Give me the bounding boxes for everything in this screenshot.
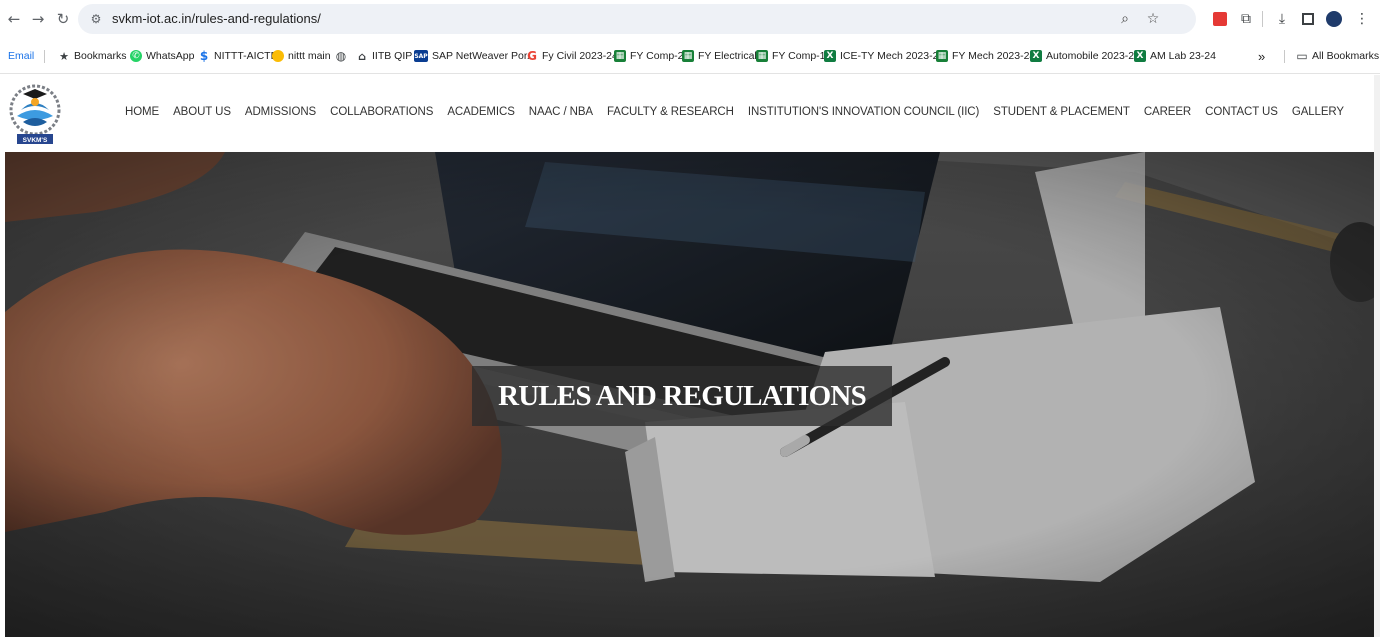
bookmark-label: IITB QIP [372, 50, 413, 62]
star-icon[interactable]: ☆ [1144, 10, 1162, 28]
bookmark-fy-electrical[interactable]: ▦ FY Electrical [682, 48, 757, 64]
bookmark-label: Bookmarks [74, 50, 127, 62]
bookmark-label: ICE-TY Mech 2023-24 [840, 50, 945, 62]
site-header: SVKM'S HOME ABOUT US ADMISSIONS COLLABOR… [5, 75, 1374, 152]
star-icon: ★ [59, 49, 69, 63]
bookmark-label: Email [8, 50, 35, 62]
page-title: RULES AND REGULATIONS [498, 379, 867, 412]
bookmark-divider [44, 50, 45, 63]
bookmarks-overflow-button[interactable]: » [1258, 48, 1265, 64]
nav-collaborations[interactable]: COLLABORATIONS [330, 106, 433, 118]
building-icon: ⌂ [358, 49, 366, 63]
bookmark-whatsapp[interactable]: ✆ WhatsApp [130, 48, 194, 64]
bookmark-fy-mech[interactable]: ▦ FY Mech 2023-24 [936, 48, 1035, 64]
nav-home[interactable]: HOME [125, 106, 159, 118]
bookmark-divider [1284, 50, 1285, 63]
download-icon[interactable]: ⤓ [1272, 9, 1292, 29]
puzzle-icon[interactable]: ⧉ [1236, 9, 1256, 29]
nav-naac-nba[interactable]: NAAC / NBA [529, 106, 593, 118]
site-info-icon[interactable]: ⚙ [88, 11, 104, 27]
bookmarks-bar: Email ★ Bookmarks ✆ WhatsApp $ NITTT-AIC… [0, 38, 1380, 74]
bookmark-nittt-main[interactable]: nittt main [272, 48, 331, 64]
menu-dots-icon[interactable]: ⋮ [1352, 9, 1372, 29]
nav-admissions[interactable]: ADMISSIONS [245, 106, 316, 118]
sheets-icon: ▦ [756, 50, 768, 62]
address-bar[interactable]: ⚙ svkm-iot.ac.in/rules-and-regulations/ … [78, 4, 1196, 34]
page-scroll-edge [1374, 75, 1380, 637]
profile-icon[interactable] [1324, 9, 1344, 29]
sheets-icon: ▦ [614, 50, 626, 62]
sap-icon: SAP [414, 50, 428, 62]
excel-icon: X [1030, 50, 1042, 62]
bookmark-nittt-aicte[interactable]: $ NITTT-AICTE [198, 48, 278, 64]
url-text[interactable]: svkm-iot.ac.in/rules-and-regulations/ [112, 11, 321, 26]
toolbar-divider [1262, 11, 1263, 27]
main-nav: HOME ABOUT US ADMISSIONS COLLABORATIONS … [125, 106, 1344, 118]
nav-iic[interactable]: INSTITUTION'S INNOVATION COUNCIL (IIC) [748, 106, 979, 118]
dollar-icon: $ [199, 49, 209, 63]
bookmark-label: WhatsApp [146, 50, 195, 62]
bookmark-label: AM Lab 23-24 [1150, 50, 1216, 62]
nav-faculty-research[interactable]: FACULTY & RESEARCH [607, 106, 734, 118]
whatsapp-icon: ✆ [130, 50, 142, 62]
hero-banner: RULES AND REGULATIONS [5, 152, 1374, 637]
bookmark-fy-comp-1[interactable]: ▦ FY Comp-1 [756, 48, 826, 64]
nav-student-placement[interactable]: STUDENT & PLACEMENT [993, 106, 1130, 118]
chevron-double-right-icon: » [1258, 48, 1266, 64]
hero-title-box: RULES AND REGULATIONS [472, 366, 892, 426]
bookmark-label: FY Comp-1 [772, 50, 826, 62]
bookmark-label: Automobile 2023-24 [1046, 50, 1140, 62]
globe-icon: ◍ [335, 49, 347, 63]
bookmark-label: Fy Civil 2023-24 [542, 50, 618, 62]
bookmark-fy-comp-2[interactable]: ▦ FY Comp-2 [614, 48, 684, 64]
bookmark-label: SAP NetWeaver Por... [432, 50, 536, 62]
zoom-icon[interactable]: ⌕ [1116, 10, 1134, 28]
sheets-icon: ▦ [682, 50, 694, 62]
bookmark-fy-civil[interactable]: G Fy Civil 2023-24 [526, 48, 618, 64]
excel-icon: X [1134, 50, 1146, 62]
nav-gallery[interactable]: GALLERY [1292, 106, 1344, 118]
reload-icon[interactable]: ↻ [53, 8, 73, 30]
bookmark-label: All Bookmarks [1312, 50, 1380, 62]
nav-academics[interactable]: ACADEMICS [447, 106, 515, 118]
sheets-icon: ▦ [936, 50, 948, 62]
bookmark-iitb-qip[interactable]: ⌂ IITB QIP [356, 48, 412, 64]
bookmark-label: nittt main [288, 50, 331, 62]
logo-text: SVKM'S [23, 137, 48, 144]
extension-red-icon[interactable] [1210, 9, 1230, 29]
nav-career[interactable]: CAREER [1144, 106, 1191, 118]
bookmark-globe[interactable]: ◍ [335, 48, 347, 64]
bookmark-label: FY Electrical [698, 50, 757, 62]
browser-toolbar: ← → ↻ ⚙ svkm-iot.ac.in/rules-and-regulat… [0, 0, 1380, 38]
bookmark-sap[interactable]: SAP SAP NetWeaver Por... [414, 48, 536, 64]
forward-arrow-icon[interactable]: → [28, 8, 48, 30]
bookmark-bookmarks[interactable]: ★ Bookmarks [58, 48, 127, 64]
bookmark-label: NITTT-AICTE [214, 50, 278, 62]
sidepanel-icon[interactable] [1298, 9, 1318, 29]
bookmark-email[interactable]: Email [8, 48, 34, 64]
bookmark-am-lab[interactable]: X AM Lab 23-24 [1134, 48, 1216, 64]
back-arrow-icon[interactable]: ← [4, 8, 24, 30]
nav-contact-us[interactable]: CONTACT US [1205, 106, 1278, 118]
bookmark-ice-ty-mech[interactable]: X ICE-TY Mech 2023-24 [824, 48, 944, 64]
bookmark-label: FY Comp-2 [630, 50, 684, 62]
nav-about-us[interactable]: ABOUT US [173, 106, 231, 118]
bookmark-label: FY Mech 2023-24 [952, 50, 1036, 62]
svkm-logo[interactable]: SVKM'S [7, 80, 63, 148]
all-bookmarks-button[interactable]: ▭ All Bookmarks [1296, 48, 1379, 64]
chrome-icon [272, 50, 284, 62]
bookmark-automobile[interactable]: X Automobile 2023-24 [1030, 48, 1140, 64]
google-icon: G [527, 49, 537, 63]
excel-icon: X [824, 50, 836, 62]
folder-icon: ▭ [1296, 49, 1308, 63]
